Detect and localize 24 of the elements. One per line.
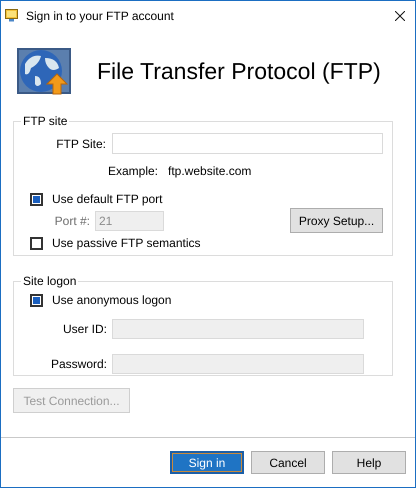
field-label: User ID: bbox=[62, 322, 107, 336]
dialog-button[interactable]: Cancel bbox=[251, 451, 325, 474]
dialog-heading: File Transfer Protocol (FTP) bbox=[97, 58, 381, 84]
close-icon[interactable] bbox=[395, 10, 405, 20]
proxy-setup-button[interactable]: Proxy Setup... bbox=[290, 208, 383, 233]
globe-upload-icon bbox=[17, 46, 71, 96]
dialog-button[interactable]: Sign in bbox=[170, 451, 244, 474]
ftp-site-field[interactable] bbox=[112, 133, 383, 154]
field-label: Password: bbox=[50, 357, 107, 371]
computer-icon bbox=[5, 9, 18, 22]
checkbox[interactable] bbox=[30, 192, 43, 206]
checkbox-label: Use anonymous logon bbox=[52, 293, 172, 307]
window-title: Sign in to your FTP account bbox=[26, 8, 175, 22]
checkbox-label: Use default FTP port bbox=[52, 192, 162, 206]
dialog-button[interactable]: Help bbox=[332, 451, 406, 474]
checkbox[interactable] bbox=[30, 236, 43, 250]
checkbox[interactable] bbox=[30, 294, 43, 306]
field-label: FTP Site: bbox=[55, 136, 106, 150]
checkbox-label: Use passive FTP semantics bbox=[52, 236, 200, 250]
example-label: Example: bbox=[106, 164, 158, 178]
field-label: Port #: bbox=[54, 214, 90, 228]
example-value: ftp.website.com bbox=[168, 164, 252, 178]
group-legend: Site logon bbox=[21, 274, 78, 288]
group-legend: FTP site bbox=[21, 114, 70, 128]
